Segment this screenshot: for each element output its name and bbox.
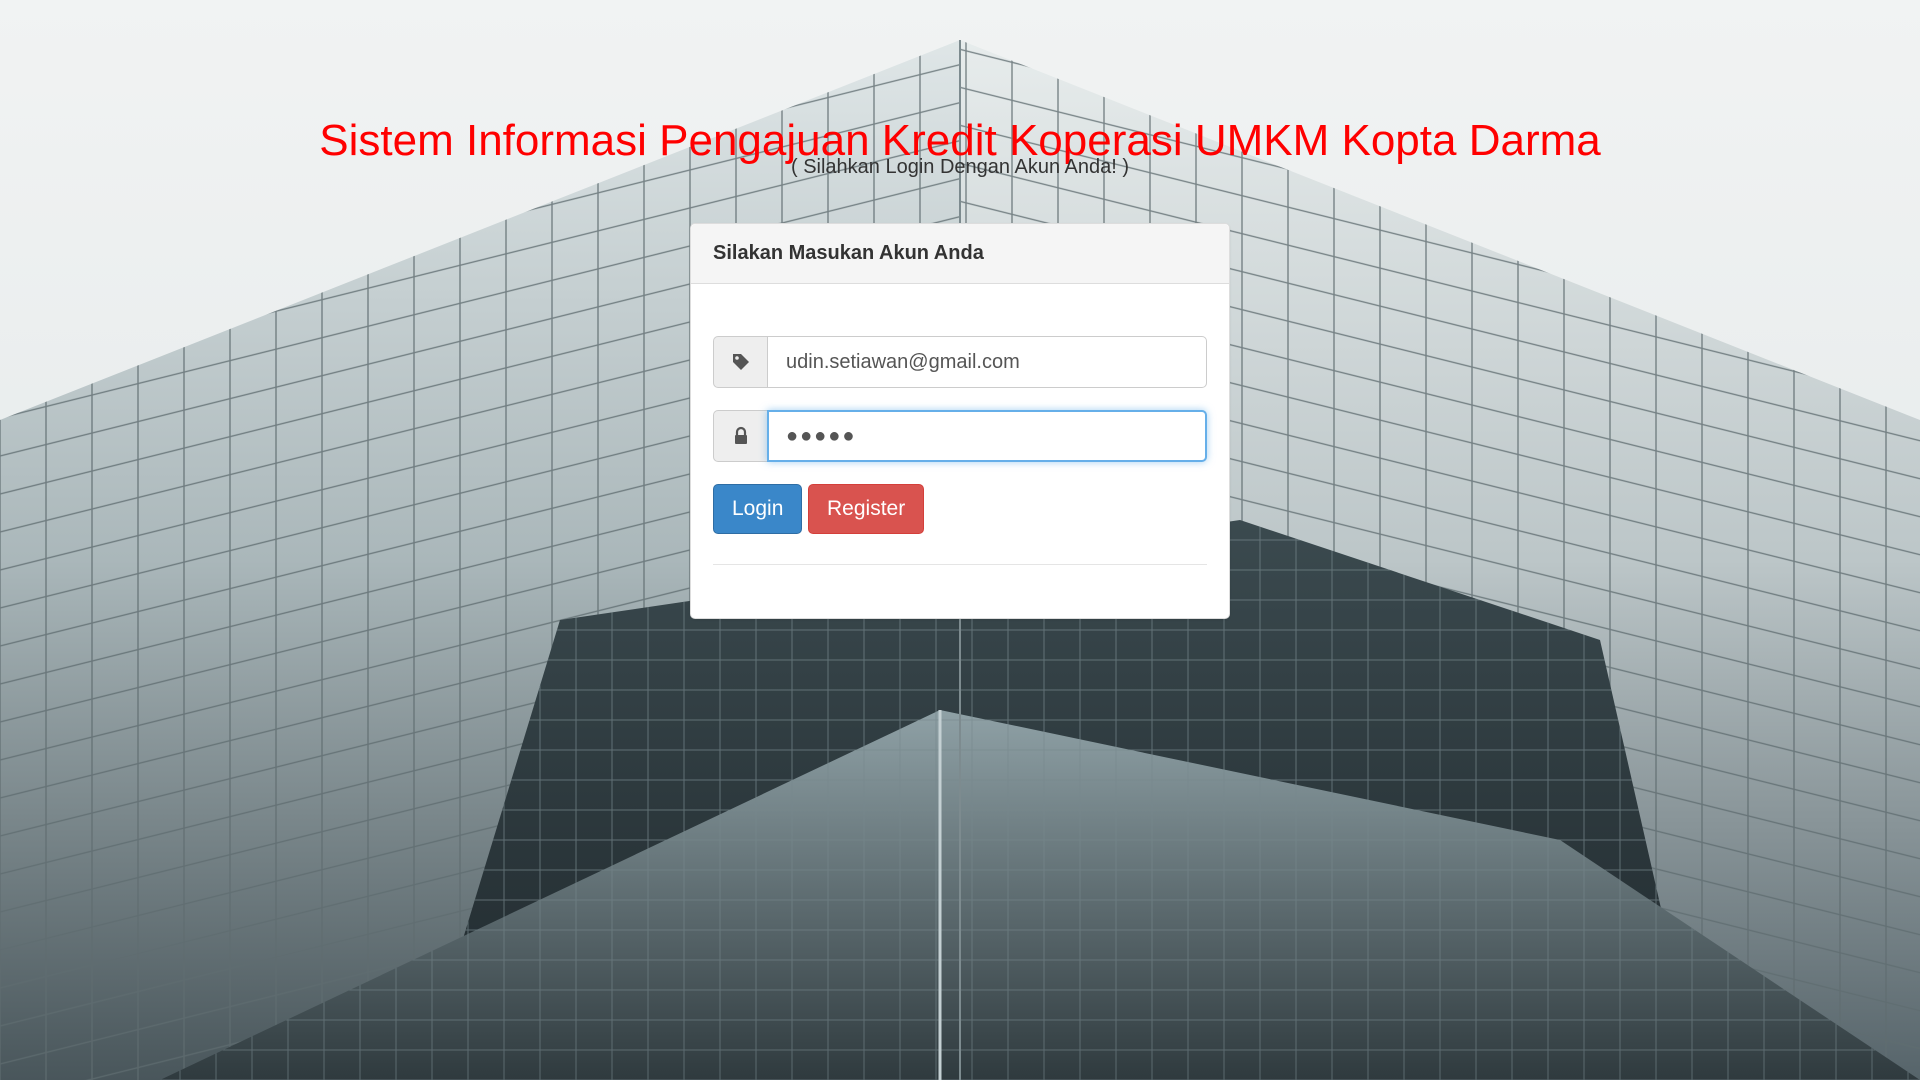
login-form: Login Register	[691, 284, 1229, 565]
page-subtitle: ( Silahkan Login Dengan Akun Anda! )	[790, 156, 1130, 178]
login-page: Sistem Informasi Pengajuan Kredit Kopera…	[0, 0, 1920, 1080]
login-panel-heading: Silakan Masukan Akun Anda	[691, 224, 1229, 284]
form-actions: Login Register	[713, 484, 1207, 534]
password-field[interactable]	[767, 410, 1207, 462]
email-field[interactable]	[767, 336, 1207, 388]
tag-icon	[713, 336, 767, 388]
login-panel: Silakan Masukan Akun Anda udin.setiawan@…	[690, 223, 1230, 619]
lock-icon	[713, 410, 767, 462]
form-divider	[713, 564, 1207, 565]
email-input-group	[713, 336, 1207, 388]
login-button[interactable]: Login	[713, 484, 802, 534]
password-input-group	[713, 410, 1207, 462]
register-button[interactable]: Register	[808, 484, 924, 534]
